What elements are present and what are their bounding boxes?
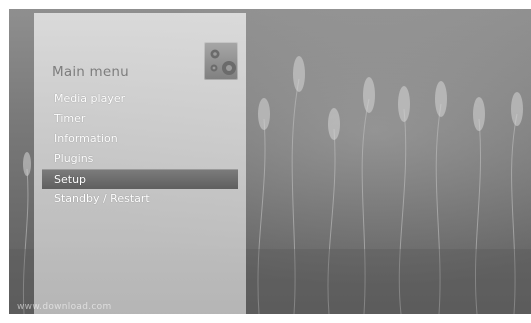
screen: Main menu Media player Timer Information xyxy=(9,9,531,314)
menu-item-label: Information xyxy=(54,132,118,145)
menu-item-media-player[interactable]: Media player xyxy=(42,89,238,109)
menu-item-label: Setup xyxy=(54,173,87,186)
main-menu-list: Media player Timer Information Plugins S… xyxy=(42,89,238,209)
menu-item-label: Plugins xyxy=(54,152,94,165)
menu-item-plugins[interactable]: Plugins xyxy=(42,149,238,169)
menu-item-setup[interactable]: Setup xyxy=(42,169,238,189)
menu-item-standby-restart[interactable]: Standby / Restart xyxy=(42,189,238,209)
menu-item-label: Timer xyxy=(54,112,86,125)
menu-item-label: Standby / Restart xyxy=(54,192,150,205)
menu-item-label: Media player xyxy=(54,92,126,105)
tv-frame: Main menu Media player Timer Information xyxy=(0,0,531,323)
watermark: www.download.com xyxy=(17,302,112,312)
setup-gears-icon xyxy=(204,42,238,80)
menu-item-information[interactable]: Information xyxy=(42,129,238,149)
menu-title: Main menu xyxy=(52,64,129,80)
menu-item-timer[interactable]: Timer xyxy=(42,109,238,129)
